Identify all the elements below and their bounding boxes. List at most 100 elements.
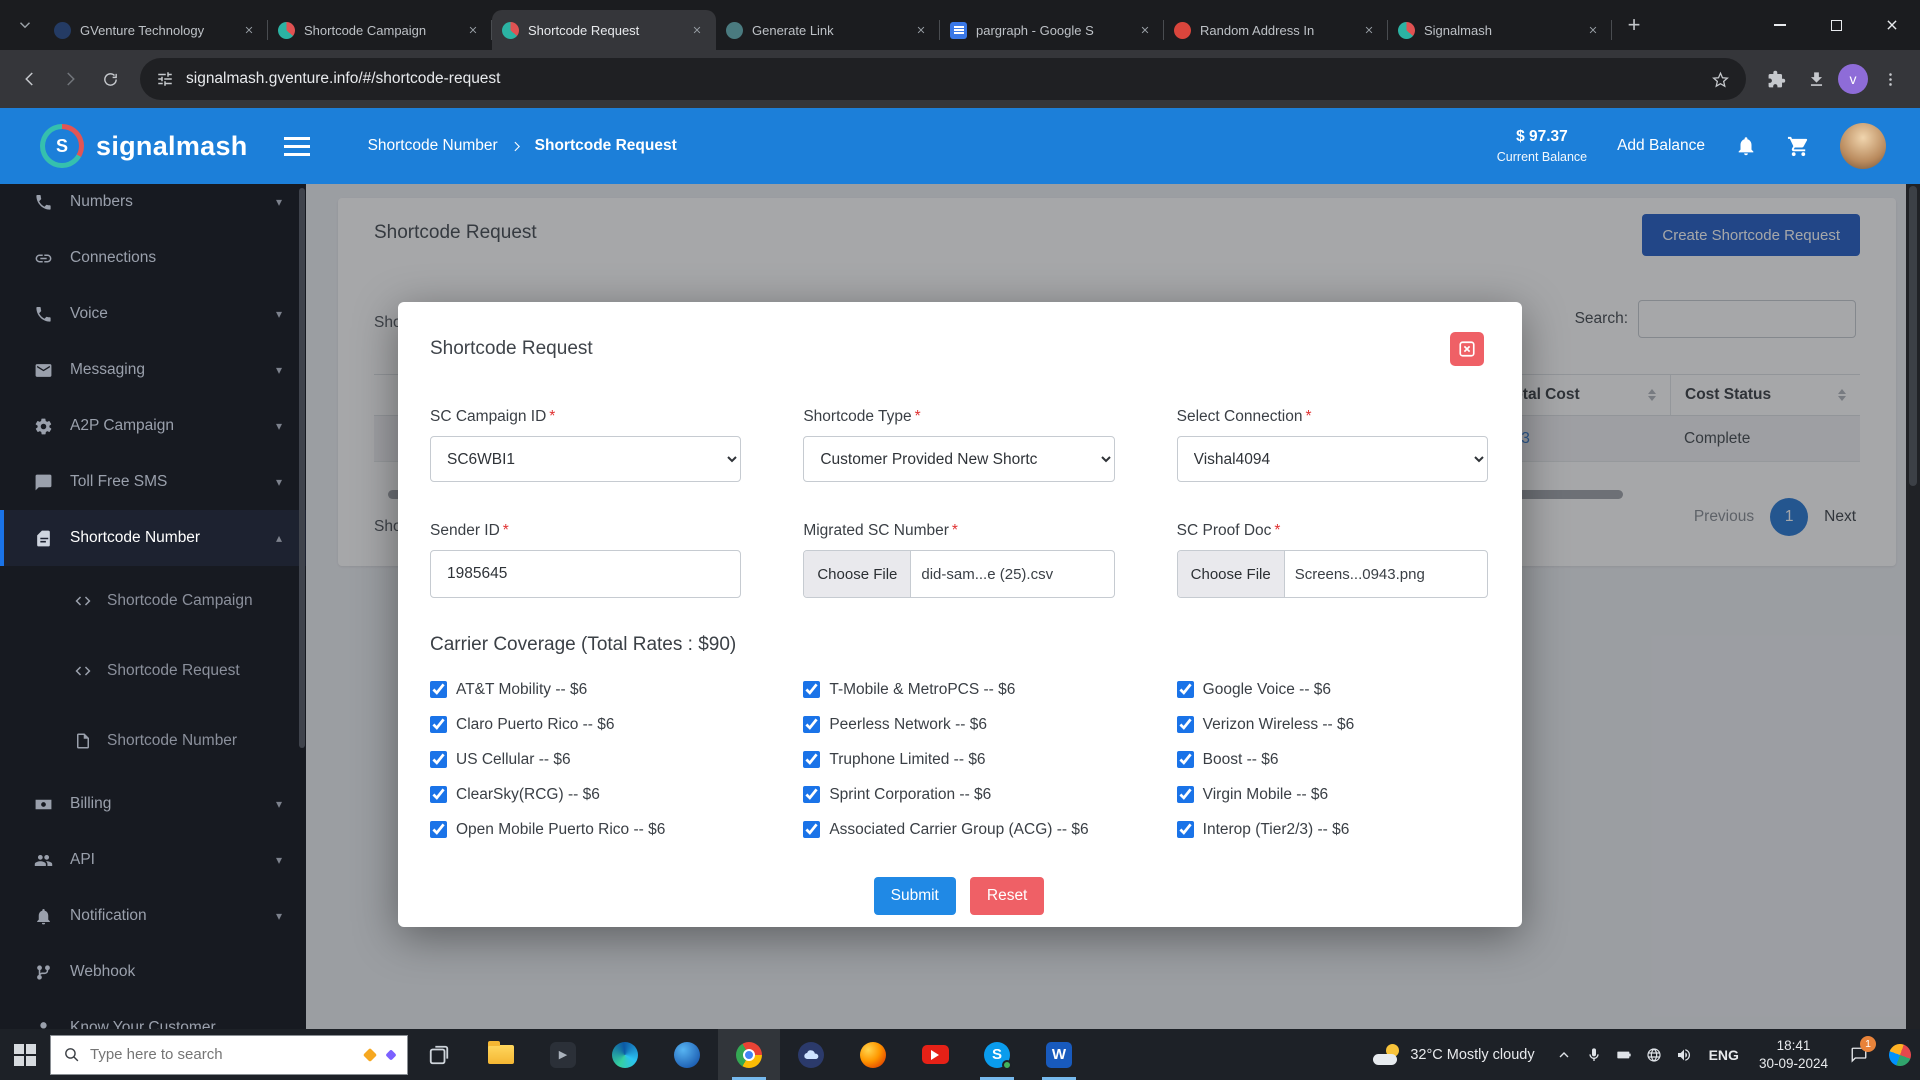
search-highlights-icon[interactable]	[385, 1049, 396, 1060]
sidebar-item-connections[interactable]: Connections	[0, 230, 306, 286]
sidebar-subitem-shortcode-request[interactable]: Shortcode Request	[0, 636, 306, 706]
carrier-checkbox[interactable]	[1177, 821, 1194, 838]
word-icon[interactable]: W	[1028, 1029, 1090, 1080]
sidebar-item-messaging[interactable]: Messaging▾	[0, 342, 306, 398]
carrier-checkbox[interactable]	[430, 786, 447, 803]
sidebar-scrollbar[interactable]	[299, 188, 305, 748]
carrier-option[interactable]: Claro Puerto Rico -- $6	[430, 707, 741, 742]
taskbar-search-input[interactable]	[90, 1046, 355, 1063]
colorful-pinwheel-icon[interactable]	[1880, 1044, 1920, 1066]
forward-button[interactable]	[52, 61, 88, 97]
window-close-button[interactable]	[1864, 0, 1920, 50]
taskbar-search[interactable]	[50, 1035, 408, 1075]
choose-file-button[interactable]: Choose File	[804, 551, 911, 597]
carrier-checkbox[interactable]	[1177, 681, 1194, 698]
add-balance-button[interactable]: Add Balance	[1617, 137, 1705, 155]
sidebar-item-shortcode-number[interactable]: Shortcode Number▴	[0, 510, 306, 566]
chrome-icon[interactable]	[718, 1029, 780, 1080]
sidebar-item-know-your-customer[interactable]: Know Your Customer	[0, 1000, 306, 1029]
cloud-app-icon[interactable]	[780, 1029, 842, 1080]
carrier-checkbox[interactable]	[1177, 786, 1194, 803]
tab-close-icon[interactable]	[1360, 21, 1378, 39]
carrier-checkbox[interactable]	[803, 716, 820, 733]
page-scrollbar[interactable]	[1906, 184, 1920, 1029]
battery-icon[interactable]	[1609, 1047, 1639, 1063]
sidebar-item-numbers[interactable]: Numbers▾	[0, 184, 306, 230]
tab-close-icon[interactable]	[912, 21, 930, 39]
tab-close-icon[interactable]	[1136, 21, 1154, 39]
clock[interactable]: 18:41 30-09-2024	[1749, 1037, 1838, 1072]
sidebar-item-toll-free-sms[interactable]: Toll Free SMS▾	[0, 454, 306, 510]
edge-browser-icon[interactable]	[594, 1029, 656, 1080]
brand[interactable]: S signalmash	[40, 124, 248, 168]
browser-tab[interactable]: pargraph - Google S	[940, 10, 1164, 50]
tab-close-icon[interactable]	[464, 21, 482, 39]
new-tab-button[interactable]	[1618, 9, 1650, 41]
carrier-option[interactable]: Associated Carrier Group (ACG) -- $6	[803, 812, 1114, 847]
carrier-option[interactable]: Truphone Limited -- $6	[803, 742, 1114, 777]
network-icon[interactable]	[1639, 1047, 1669, 1063]
carrier-option[interactable]: Virgin Mobile -- $6	[1177, 777, 1488, 812]
user-avatar[interactable]	[1840, 123, 1886, 169]
sidebar-item-api[interactable]: API▾	[0, 832, 306, 888]
carrier-option[interactable]: AT&T Mobility -- $6	[430, 672, 741, 707]
carrier-checkbox[interactable]	[430, 821, 447, 838]
choose-file-button[interactable]: Choose File	[1178, 551, 1285, 597]
notifications-bell-icon[interactable]	[1735, 135, 1757, 157]
carrier-option[interactable]: Sprint Corporation -- $6	[803, 777, 1114, 812]
address-bar[interactable]: signalmash.gventure.info/#/shortcode-req…	[140, 58, 1746, 100]
browser-profile-avatar[interactable]: v	[1838, 64, 1868, 94]
tab-close-icon[interactable]	[240, 21, 258, 39]
migrated-sc-file-input[interactable]: Choose File did-sam...e (25).csv	[803, 550, 1114, 598]
language-indicator[interactable]: ENG	[1699, 1047, 1749, 1063]
sidebar-subitem-shortcode-campaign[interactable]: Shortcode Campaign	[0, 566, 306, 636]
breadcrumb-parent[interactable]: Shortcode Number	[368, 137, 498, 155]
back-button[interactable]	[12, 61, 48, 97]
carrier-option[interactable]: ClearSky(RCG) -- $6	[430, 777, 741, 812]
blue-app-icon[interactable]	[656, 1029, 718, 1080]
sc-campaign-id-select[interactable]: SC6WBI1	[430, 436, 741, 482]
search-highlights-icon[interactable]	[363, 1047, 377, 1061]
task-view-button[interactable]	[408, 1029, 470, 1080]
extensions-icon[interactable]	[1758, 61, 1794, 97]
reload-button[interactable]	[92, 61, 128, 97]
window-maximize-button[interactable]	[1808, 0, 1864, 50]
browser-tab[interactable]: Signalmash	[1388, 10, 1612, 50]
carrier-checkbox[interactable]	[803, 681, 820, 698]
sidebar-item-billing[interactable]: Billing▾	[0, 776, 306, 832]
microphone-icon[interactable]	[1579, 1047, 1609, 1063]
action-center-icon[interactable]: 1	[1838, 1029, 1880, 1080]
tab-close-icon[interactable]	[688, 21, 706, 39]
sidebar-toggle-button[interactable]	[284, 145, 310, 148]
start-button[interactable]	[0, 1029, 50, 1080]
sidebar-subitem-shortcode-number[interactable]: Shortcode Number	[0, 706, 306, 776]
tab-list-chevron-button[interactable]	[10, 10, 40, 40]
youtube-icon[interactable]	[904, 1029, 966, 1080]
carrier-option[interactable]: Interop (Tier2/3) -- $6	[1177, 812, 1488, 847]
carrier-option[interactable]: Verizon Wireless -- $6	[1177, 707, 1488, 742]
bookmark-star-icon[interactable]	[1711, 70, 1730, 89]
browser-tab-active[interactable]: Shortcode Request	[492, 10, 716, 50]
carrier-option[interactable]: Boost -- $6	[1177, 742, 1488, 777]
carrier-checkbox[interactable]	[1177, 751, 1194, 768]
shortcode-type-select[interactable]: Customer Provided New Shortc	[803, 436, 1114, 482]
sidebar-item-webhook[interactable]: Webhook	[0, 944, 306, 1000]
browser-tab[interactable]: Shortcode Campaign	[268, 10, 492, 50]
carrier-checkbox[interactable]	[430, 681, 447, 698]
sender-id-input[interactable]	[430, 550, 741, 598]
tab-close-icon[interactable]	[1584, 21, 1602, 39]
sidebar-item-voice[interactable]: Voice▾	[0, 286, 306, 342]
carrier-checkbox[interactable]	[1177, 716, 1194, 733]
firefox-icon[interactable]	[842, 1029, 904, 1080]
carrier-checkbox[interactable]	[430, 716, 447, 733]
sidebar-item-a2p-campaign[interactable]: A2P Campaign▾	[0, 398, 306, 454]
carrier-option[interactable]: T-Mobile & MetroPCS -- $6	[803, 672, 1114, 707]
carrier-option[interactable]: US Cellular -- $6	[430, 742, 741, 777]
downloads-icon[interactable]	[1798, 61, 1834, 97]
cart-icon[interactable]	[1787, 135, 1810, 158]
carrier-option[interactable]: Google Voice -- $6	[1177, 672, 1488, 707]
site-info-icon[interactable]	[156, 70, 174, 88]
media-player-app-icon[interactable]: ▶	[532, 1029, 594, 1080]
select-connection-select[interactable]: Vishal4094	[1177, 436, 1488, 482]
carrier-checkbox[interactable]	[803, 821, 820, 838]
